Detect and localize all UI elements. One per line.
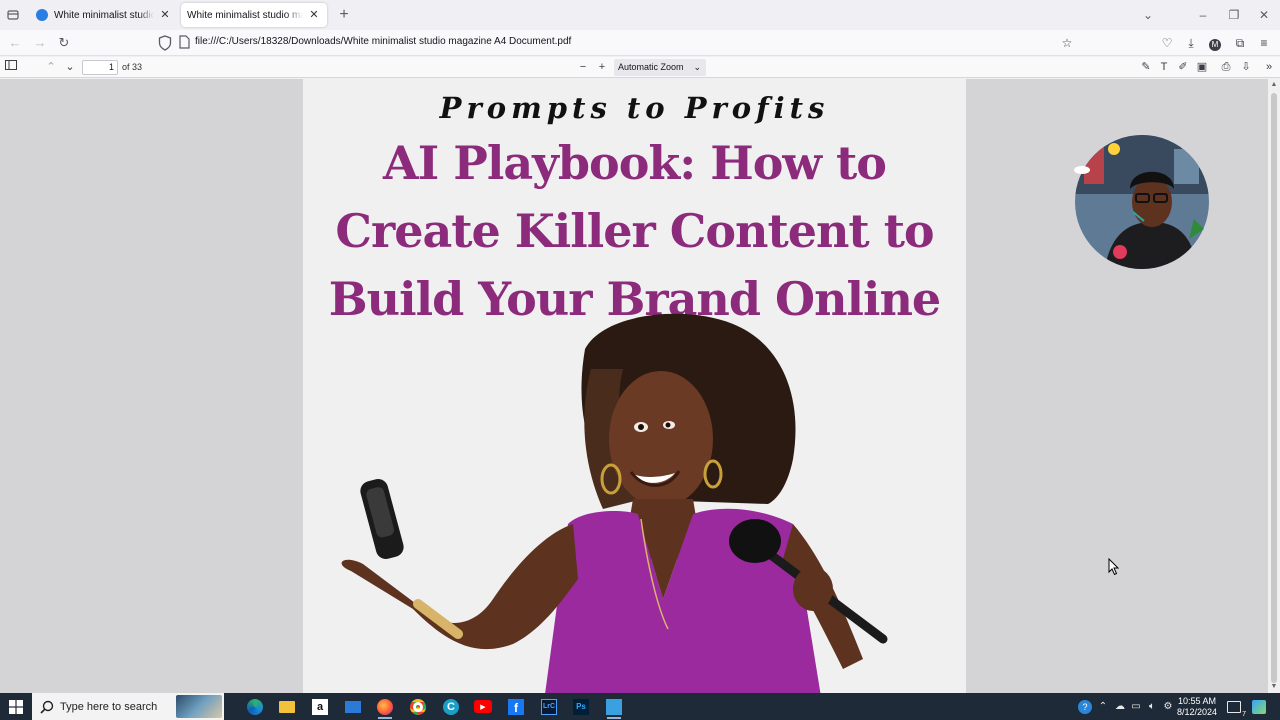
taskbar: Type here to search a C ▶ f LrC Ps ? ⌃ ☁… bbox=[0, 693, 1280, 720]
chrome-icon[interactable] bbox=[407, 696, 429, 717]
bookmark-star-icon[interactable]: ☆ bbox=[1058, 34, 1076, 52]
scroll-thumb[interactable] bbox=[1271, 93, 1277, 683]
minimize-icon[interactable]: – bbox=[1195, 6, 1211, 24]
search-icon bbox=[40, 700, 54, 714]
amazon-icon[interactable]: a bbox=[309, 696, 331, 717]
show-hidden-icons-icon[interactable]: ⌃ bbox=[1096, 693, 1110, 720]
onedrive-icon[interactable]: ☁ bbox=[1113, 693, 1127, 720]
file-explorer-icon[interactable] bbox=[276, 696, 298, 717]
zoom-select[interactable]: Automatic Zoom ⌄ bbox=[614, 59, 706, 76]
new-tab-button[interactable]: + bbox=[336, 6, 352, 24]
document-kicker: Prompts to Profits bbox=[439, 91, 830, 125]
chevron-down-icon: ⌄ bbox=[693, 62, 701, 72]
next-page-icon[interactable]: ⌄ bbox=[62, 59, 78, 75]
clock-date: 8/12/2024 bbox=[1176, 707, 1218, 717]
draw-icon[interactable]: ✐ bbox=[1175, 59, 1191, 75]
pdf-favicon-icon bbox=[36, 9, 48, 21]
page-count: of 33 bbox=[122, 62, 143, 72]
webcam-avatar bbox=[1074, 135, 1209, 269]
scroll-up-icon[interactable]: ▲ bbox=[1268, 79, 1280, 91]
add-image-icon[interactable]: ▣ bbox=[1194, 59, 1210, 75]
taskbar-clock[interactable]: 10:55 AM 8/12/2024 bbox=[1172, 696, 1222, 718]
close-tab-icon[interactable]: ✕ bbox=[307, 8, 321, 22]
pocket-icon[interactable]: ♡ bbox=[1158, 34, 1176, 52]
close-window-icon[interactable]: ✕ bbox=[1256, 6, 1272, 24]
zoom-value: Automatic Zoom bbox=[618, 62, 684, 72]
headline-line-2: Create Killer Content to bbox=[335, 204, 934, 258]
scrollbar[interactable]: ▲ ▼ bbox=[1268, 79, 1280, 693]
reload-icon[interactable]: ↻ bbox=[55, 34, 73, 52]
taskbar-search[interactable]: Type here to search bbox=[32, 693, 224, 720]
help-icon[interactable]: ? bbox=[1077, 693, 1093, 720]
account-icon[interactable]: M bbox=[1206, 34, 1224, 52]
menu-icon[interactable]: ≡ bbox=[1255, 34, 1273, 52]
tab-strip: White minimalist studio magazi ✕ White m… bbox=[0, 0, 1280, 30]
previous-page-icon[interactable]: ⌃ bbox=[43, 59, 59, 75]
close-tab-icon[interactable]: ✕ bbox=[158, 8, 172, 22]
print-icon[interactable]: ⎙ bbox=[1218, 59, 1234, 75]
zoom-in-icon[interactable]: + bbox=[594, 59, 610, 75]
sidebar-toggle-icon[interactable] bbox=[3, 59, 19, 75]
cover-photo bbox=[341, 313, 888, 693]
document-headline: AI Playbook: How to Create Killer Conten… bbox=[303, 129, 966, 333]
volume-icon[interactable]: 🔈︎ bbox=[1145, 693, 1159, 720]
tab-pdf-2[interactable]: White minimalist studio magazine ✕ bbox=[181, 3, 327, 27]
navigation-bar: ← → ↻ file:///C:/Users/18328/Downloads/W… bbox=[0, 30, 1280, 56]
photoshop-icon[interactable]: Ps bbox=[570, 696, 592, 717]
search-highlight-image bbox=[176, 695, 222, 718]
tracking-protection-icon[interactable] bbox=[158, 35, 172, 51]
network-icon[interactable]: ▭ bbox=[1129, 693, 1143, 720]
pdf-page: Prompts to Profits AI Playbook: How to C… bbox=[303, 79, 966, 693]
downloads-icon[interactable]: ⤓ bbox=[1182, 34, 1200, 52]
url-bar[interactable]: file:///C:/Users/18328/Downloads/White m… bbox=[195, 36, 571, 47]
tab-title: White minimalist studio magazi bbox=[54, 9, 154, 21]
highlight-icon[interactable]: ✎ bbox=[1138, 59, 1154, 75]
scroll-down-icon[interactable]: ▼ bbox=[1268, 681, 1280, 693]
lightroom-classic-icon[interactable]: LrC bbox=[538, 696, 560, 717]
list-all-tabs-icon[interactable]: ⌄ bbox=[1140, 6, 1156, 24]
pdf-viewer[interactable]: Prompts to Profits AI Playbook: How to C… bbox=[0, 79, 1280, 693]
mail-icon[interactable] bbox=[342, 696, 364, 717]
firefox-view-icon[interactable] bbox=[4, 6, 22, 24]
widgets-icon[interactable] bbox=[1250, 693, 1268, 720]
youtube-icon[interactable]: ▶ bbox=[472, 696, 494, 717]
facebook-icon[interactable]: f bbox=[505, 696, 527, 717]
tools-menu-icon[interactable]: » bbox=[1261, 59, 1277, 75]
restore-icon[interactable]: ❐ bbox=[1226, 6, 1242, 24]
save-icon[interactable]: ⇩ bbox=[1238, 59, 1254, 75]
tab-title: White minimalist studio magazine bbox=[187, 9, 303, 21]
clock-time: 10:55 AM bbox=[1177, 696, 1217, 706]
edge-icon[interactable] bbox=[244, 696, 266, 717]
paint-icon[interactable] bbox=[603, 696, 625, 719]
extensions-icon[interactable]: ⧉ bbox=[1231, 34, 1249, 52]
zoom-out-icon[interactable]: − bbox=[575, 59, 591, 75]
firefox-icon[interactable] bbox=[374, 696, 396, 719]
tab-pdf-1[interactable]: White minimalist studio magazi ✕ bbox=[30, 3, 178, 27]
headline-line-1: AI Playbook: How to bbox=[383, 136, 887, 190]
pdf-toolbar: ⌃ ⌄ 1 of 33 − + Automatic Zoom ⌄ ✎ T ✐ ▣… bbox=[0, 57, 1280, 78]
page-number-input[interactable]: 1 bbox=[82, 60, 118, 75]
text-annotation-icon[interactable]: T bbox=[1156, 59, 1172, 75]
mouse-cursor-icon bbox=[1108, 558, 1120, 576]
edge-canary-icon[interactable]: C bbox=[440, 696, 462, 717]
back-icon[interactable]: ← bbox=[6, 34, 24, 52]
search-placeholder: Type here to search bbox=[60, 700, 158, 713]
notifications-icon[interactable]: 7 bbox=[1226, 693, 1246, 720]
windows-start-icon[interactable] bbox=[0, 693, 32, 720]
page-info-icon[interactable] bbox=[178, 35, 190, 49]
forward-icon[interactable]: → bbox=[31, 34, 49, 52]
